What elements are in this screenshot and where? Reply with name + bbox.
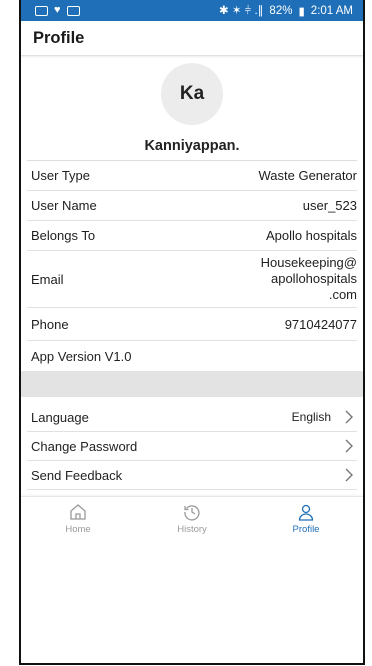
field-label: User Type [31,168,91,183]
status-bar: ♥ ✱ ✶ ⫩ .∥ 82% ▮ 2:01 AM [21,0,363,21]
setting-label: Language [31,409,89,425]
tab-label: Home [65,523,91,535]
settings-send-feedback[interactable]: Send Feedback [27,461,357,490]
battery-icon: ▮ [298,5,305,18]
field-value: Waste Generator [258,168,357,183]
chevron-right-icon [345,410,353,424]
history-icon [184,504,200,521]
settings-change-password[interactable]: Change Password [27,432,357,461]
field-label: Phone [31,316,69,332]
clock: 2:01 AM [310,4,353,17]
phone-frame: ♥ ✱ ✶ ⫩ .∥ 82% ▮ 2:01 AM Profile Ka Kann… [19,0,365,665]
tab-label: History [177,523,207,535]
system-status: ✱ ✶ ⫩ .∥ 82% ▮ 2:01 AM [219,3,353,18]
message-icon [66,5,80,16]
section-divider [21,371,363,397]
field-label: Email [31,271,64,287]
email-line: apollohospitals [270,271,357,286]
avatar-section: Ka [21,56,363,132]
language-value: English [291,410,331,424]
row-email: Email Housekeeping@ apollohospitals .com [27,251,357,308]
avatar: Ka [161,63,223,125]
row-user-type: User Type Waste Generator [27,161,357,191]
row-user-name: User Name user_523 [27,191,357,221]
setting-right: English [292,409,357,425]
bottom-tab-bar: Home History Profile [21,496,363,539]
tab-label: Profile [292,523,320,535]
tab-profile[interactable]: Profile [249,497,363,539]
settings-language[interactable]: Language English [27,403,357,432]
row-belongs-to: Belongs To Apollo hospitals [27,221,357,251]
gallery-icon [35,5,48,16]
chevron-right-icon [345,439,353,453]
tab-history[interactable]: History [135,497,249,539]
email-line: Housekeeping@ [260,255,357,270]
app-bar: Profile [21,21,363,56]
field-value: 9710424077 [284,316,357,332]
heart-icon: ♥ [54,4,61,16]
notification-icons: ♥ [35,5,80,16]
tab-home[interactable]: Home [21,497,135,539]
setting-label: Change Password [31,438,138,454]
email-line: .com [328,287,357,302]
field-label: User Name [31,198,97,213]
field-value: Apollo hospitals [265,228,357,243]
row-phone: Phone 9710424077 [27,308,357,341]
field-value: Housekeeping@ apollohospitals .com [227,255,357,303]
home-icon [70,503,86,520]
profile-icon [298,504,314,521]
page-title: Profile [33,28,85,47]
chevron-right-icon [345,468,353,482]
field-label: Belongs To [31,228,96,243]
field-value: user_523 [302,198,357,213]
app-version: App Version V1.0 [31,348,132,364]
signal-icons: ✱ ✶ ⫩ .∥ [219,5,264,17]
user-full-name: Kanniyappan. [27,132,357,161]
battery-level: 82% [269,4,293,17]
setting-label: Send Feedback [31,467,123,483]
